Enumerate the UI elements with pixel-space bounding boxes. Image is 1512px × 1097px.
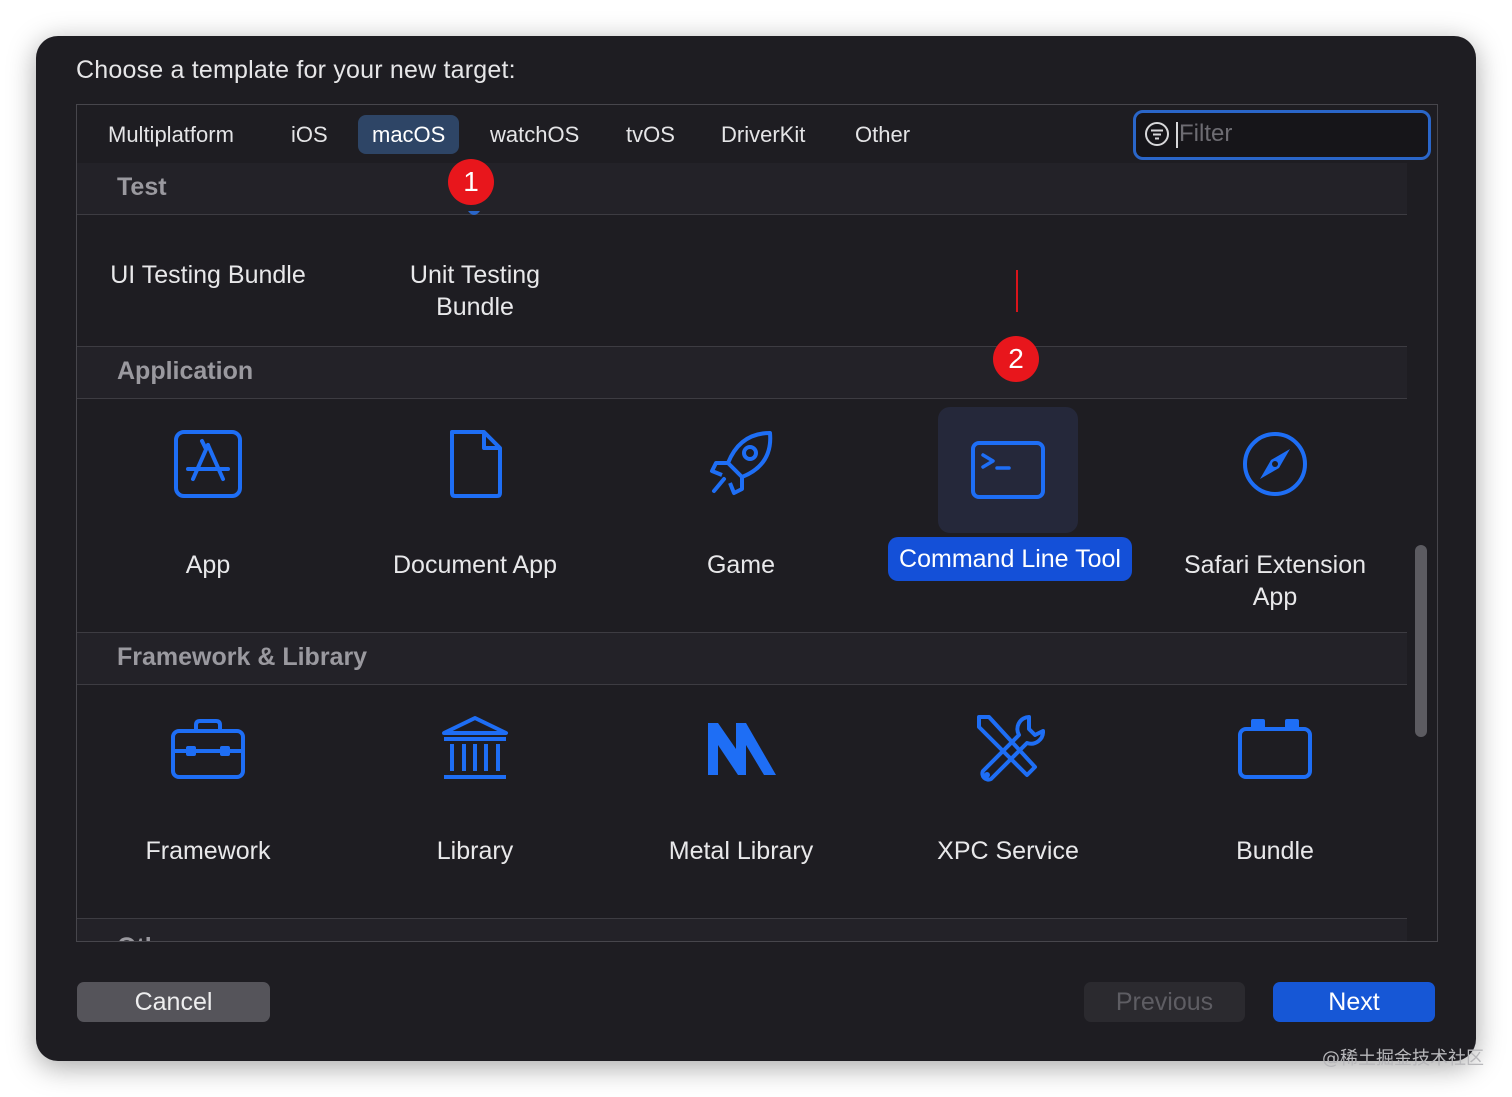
- item-label: Document App: [393, 551, 557, 579]
- dialog-prompt: Choose a template for your new target:: [76, 56, 516, 84]
- filter-input[interactable]: [1179, 115, 1409, 153]
- app-store-icon: [138, 399, 278, 529]
- step-marker-1: 1: [448, 159, 494, 205]
- template-item-metal-library[interactable]: Metal Library: [611, 685, 871, 905]
- watermark: @稀土掘金技术社区: [1322, 1048, 1484, 1069]
- template-item-command-line-tool[interactable]: Command Line Tool: [878, 399, 1138, 629]
- item-label: Game: [706, 551, 776, 579]
- item-label: XPC Service: [937, 837, 1079, 865]
- text-cursor: [1176, 122, 1178, 148]
- section-title: Framework & Library: [117, 643, 368, 671]
- tools-icon: [938, 685, 1078, 815]
- section-header-test: Test: [77, 163, 1407, 215]
- marker-pointer: [468, 211, 480, 215]
- rocket-icon: [671, 399, 811, 529]
- previous-button[interactable]: Previous: [1084, 982, 1245, 1022]
- item-label: UI Testing Bundle: [110, 261, 306, 289]
- section-title: Application: [117, 357, 254, 385]
- template-item-framework[interactable]: Framework: [78, 685, 338, 905]
- section-title-other: Other: [117, 933, 184, 941]
- item-label: Library: [436, 837, 514, 865]
- filter-icon: [1144, 121, 1170, 147]
- template-item-safari-extension-app[interactable]: Safari Extension App: [1145, 399, 1405, 629]
- item-label: Metal Library: [668, 837, 814, 865]
- tab-macos[interactable]: macOS: [358, 115, 460, 154]
- item-label: Unit Testing Bundle: [409, 261, 541, 321]
- item-label: App: [185, 551, 231, 579]
- toolbox-icon: [138, 685, 278, 815]
- item-label-selected: Command Line Tool: [888, 537, 1132, 581]
- annotation-line: [1016, 270, 1018, 312]
- tab-other[interactable]: Other: [841, 115, 924, 154]
- tab-watchos[interactable]: watchOS: [476, 115, 593, 154]
- section-header-application: Application: [77, 346, 1407, 399]
- tab-ios[interactable]: iOS: [277, 115, 342, 154]
- template-item-unit-testing-bundle[interactable]: Unit Testing Bundle: [345, 215, 605, 345]
- template-item-xpc-service[interactable]: XPC Service: [878, 685, 1138, 905]
- template-item-ui-testing-bundle[interactable]: UI Testing Bundle: [78, 215, 338, 345]
- tab-driverkit[interactable]: DriverKit: [707, 115, 819, 154]
- tab-multiplatform[interactable]: Multiplatform: [94, 115, 248, 154]
- template-item-document-app[interactable]: Document App: [345, 399, 605, 629]
- terminal-icon: [938, 407, 1078, 533]
- step-marker-2: 2: [993, 336, 1039, 382]
- section-title: Test: [117, 173, 167, 201]
- metal-icon: [671, 685, 811, 815]
- filter-field[interactable]: [1133, 110, 1431, 160]
- template-item-game[interactable]: Game: [611, 399, 871, 629]
- template-item-bundle[interactable]: Bundle: [1145, 685, 1405, 905]
- scrollbar-thumb[interactable]: [1415, 545, 1427, 737]
- item-label: Safari Extension App: [1183, 551, 1367, 611]
- compass-icon: [1205, 399, 1345, 529]
- bundle-icon: [1205, 685, 1345, 815]
- tab-tvos[interactable]: tvOS: [612, 115, 689, 154]
- section-header-other: [77, 918, 1407, 941]
- item-label: Bundle: [1236, 837, 1314, 865]
- library-icon: [405, 685, 545, 815]
- platform-tab-bar: Multiplatform iOS macOS watchOS tvOS Dri…: [77, 105, 1437, 164]
- template-item-app[interactable]: App: [78, 399, 338, 629]
- next-button[interactable]: Next: [1273, 982, 1435, 1022]
- template-item-library[interactable]: Library: [345, 685, 605, 905]
- section-header-framework-library: Framework & Library: [77, 632, 1407, 685]
- cancel-button[interactable]: Cancel: [77, 982, 270, 1022]
- item-label: Framework: [145, 837, 271, 865]
- document-icon: [405, 399, 545, 529]
- template-panel: Multiplatform iOS macOS watchOS tvOS Dri…: [76, 104, 1438, 942]
